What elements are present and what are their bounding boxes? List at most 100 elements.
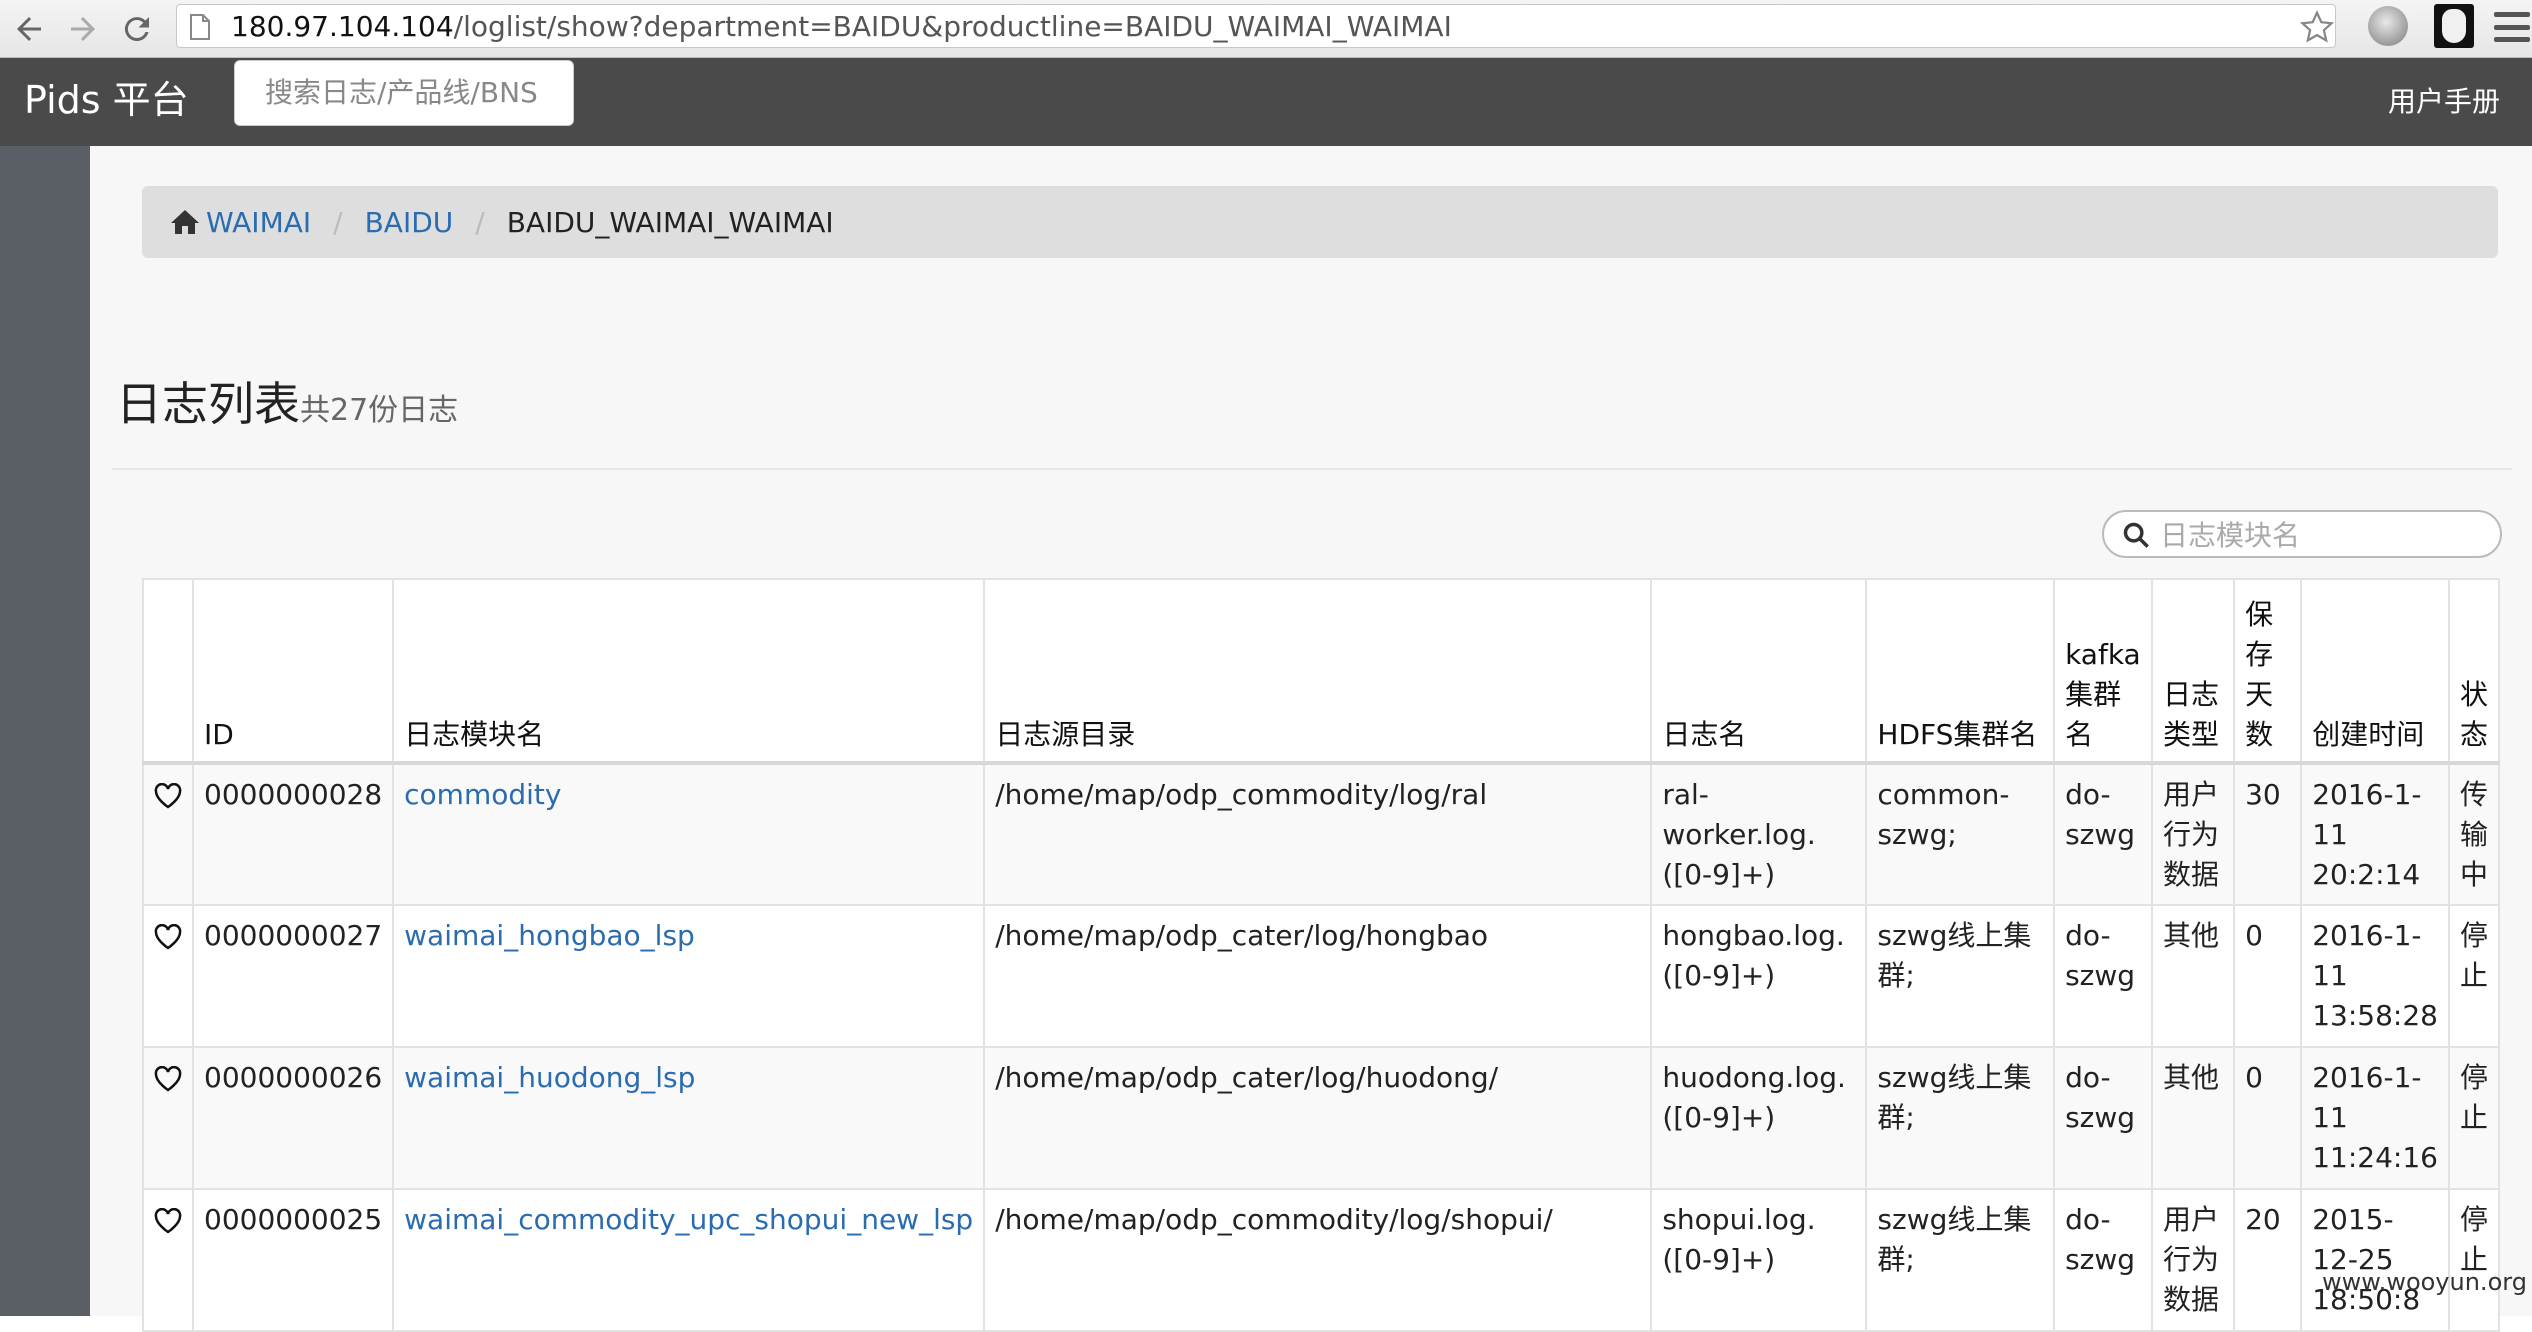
hdfs-cell: common-szwg; <box>1865 762 2056 906</box>
created-cell: 2016-1-11 11:24:16 <box>2300 1046 2450 1190</box>
kafka-cell: do-szwg <box>2053 1046 2153 1190</box>
type-cell: 用户行为数据 <box>2150 762 2236 906</box>
id-cell: 0000000028 <box>191 762 395 906</box>
fav-cell <box>142 1046 194 1190</box>
status-cell: 停止 <box>2447 904 2501 1048</box>
page-subtitle: 共27份日志 <box>300 393 459 428</box>
logname-cell: huodong.log.([0-9]+) <box>1650 1046 1868 1190</box>
app-navbar: Pids 平台 搜索日志/产品线/BNS 用户手册 <box>0 58 2532 146</box>
breadcrumb-separator: / <box>333 205 343 239</box>
logname-cell: ral-worker.log.([0-9]+) <box>1650 762 1868 906</box>
forward-button[interactable] <box>60 6 106 52</box>
log-table: ID 日志模块名 日志源目录 日志名 HDFS集群名 kafka集群名 日志类型… <box>142 578 2501 1332</box>
user-manual-link[interactable]: 用户手册 <box>2388 72 2500 132</box>
created-cell: 2016-1-11 20:2:14 <box>2300 762 2450 906</box>
module-link[interactable]: waimai_commodity_upc_shopui_new_lsp <box>404 1203 973 1236</box>
created-cell: 2016-1-11 13:58:28 <box>2300 904 2450 1048</box>
kafka-cell: do-szwg <box>2053 1188 2153 1332</box>
source-cell: /home/map/odp_cater/log/hongbao <box>983 904 1653 1048</box>
brand-logo[interactable]: Pids 平台 <box>24 70 189 130</box>
arrow-right-icon <box>71 17 95 41</box>
home-icon[interactable] <box>170 208 200 236</box>
table-header-row: ID 日志模块名 日志源目录 日志名 HDFS集群名 kafka集群名 日志类型… <box>142 578 2501 765</box>
breadcrumb-current: BAIDU_WAIMAI_WAIMAI <box>506 205 834 239</box>
table-row: 0000000026 waimai_huodong_lsp /home/map/… <box>142 1046 2501 1190</box>
logname-cell: hongbao.log.([0-9]+) <box>1650 904 1868 1048</box>
heart-icon[interactable] <box>154 1066 182 1092</box>
extension-mask-icon[interactable] <box>2434 4 2474 48</box>
col-fav <box>142 578 194 765</box>
created-cell: 2015-12-25 18:50:8 <box>2300 1188 2450 1332</box>
source-cell: /home/map/odp_cater/log/huodong/ <box>983 1046 1653 1190</box>
hdfs-cell: szwg线上集群; <box>1865 904 2056 1048</box>
breadcrumb-item-waimai[interactable]: WAIMAI <box>206 206 311 239</box>
id-cell: 0000000027 <box>191 904 395 1048</box>
source-cell: /home/map/odp_commodity/log/shopui/ <box>983 1188 1653 1332</box>
module-link[interactable]: waimai_huodong_lsp <box>404 1061 695 1094</box>
source-cell: /home/map/odp_commodity/log/ral <box>983 762 1653 906</box>
heart-icon[interactable] <box>154 1208 182 1234</box>
module-filter <box>2102 510 2502 558</box>
left-sidebar <box>0 146 90 1316</box>
module-filter-input[interactable] <box>2160 516 2460 554</box>
page-icon <box>190 14 210 40</box>
id-cell: 0000000026 <box>191 1046 395 1190</box>
col-days[interactable]: 保存天数 <box>2233 578 2303 765</box>
module-cell: commodity <box>392 762 986 906</box>
hdfs-cell: szwg线上集群; <box>1865 1046 2056 1190</box>
heart-icon[interactable] <box>154 924 182 950</box>
col-status[interactable]: 状态 <box>2447 578 2501 765</box>
days-cell: 0 <box>2233 1046 2303 1190</box>
watermark-text: www.wooyun.org <box>2322 1268 2527 1296</box>
title-divider <box>112 468 2512 470</box>
global-search-input[interactable]: 搜索日志/产品线/BNS <box>234 60 574 126</box>
module-link[interactable]: waimai_hongbao_lsp <box>404 919 695 952</box>
days-cell: 20 <box>2233 1188 2303 1332</box>
table-row: 0000000025 waimai_commodity_upc_shopui_n… <box>142 1188 2501 1332</box>
status-cell: 传输中 <box>2447 762 2501 906</box>
id-cell: 0000000025 <box>191 1188 395 1332</box>
module-cell: waimai_huodong_lsp <box>392 1046 986 1190</box>
logname-cell: shopui.log.([0-9]+) <box>1650 1188 1868 1332</box>
days-cell: 0 <box>2233 904 2303 1048</box>
col-source[interactable]: 日志源目录 <box>983 578 1653 765</box>
page-title: 日志列表共27份日志 <box>116 374 458 441</box>
search-icon <box>2123 522 2149 548</box>
browser-toolbar: 180.97.104.104/loglist/show?department=B… <box>0 0 2532 58</box>
reload-icon <box>124 17 149 42</box>
kafka-cell: do-szwg <box>2053 762 2153 906</box>
col-id[interactable]: ID <box>191 578 395 765</box>
address-bar[interactable]: 180.97.104.104/loglist/show?department=B… <box>176 4 2336 48</box>
col-logname[interactable]: 日志名 <box>1650 578 1868 765</box>
col-kafka[interactable]: kafka集群名 <box>2053 578 2153 765</box>
hdfs-cell: szwg线上集群; <box>1865 1188 2056 1332</box>
arrow-left-icon <box>17 17 41 41</box>
url-host: 180.97.104.104 <box>231 10 454 43</box>
type-cell: 其他 <box>2150 1046 2236 1190</box>
url-text[interactable]: 180.97.104.104/loglist/show?department=B… <box>231 11 1452 43</box>
back-button[interactable] <box>6 6 52 52</box>
table-row: 0000000027 waimai_hongbao_lsp /home/map/… <box>142 904 2501 1048</box>
type-cell: 用户行为数据 <box>2150 1188 2236 1332</box>
extension-globe-icon[interactable] <box>2368 6 2408 46</box>
url-path: /loglist/show?department=BAIDU&productli… <box>453 10 1452 43</box>
col-module[interactable]: 日志模块名 <box>392 578 986 765</box>
fav-cell <box>142 904 194 1048</box>
col-created[interactable]: 创建时间 <box>2300 578 2450 765</box>
bookmark-star-icon[interactable] <box>2299 9 2335 45</box>
heart-icon[interactable] <box>154 783 182 809</box>
breadcrumb: WAIMAI / BAIDU / BAIDU_WAIMAI_WAIMAI <box>142 186 2498 258</box>
col-type[interactable]: 日志类型 <box>2150 578 2236 765</box>
breadcrumb-separator: / <box>475 205 485 239</box>
module-link[interactable]: commodity <box>404 778 561 811</box>
kafka-cell: do-szwg <box>2053 904 2153 1048</box>
col-hdfs[interactable]: HDFS集群名 <box>1865 578 2056 765</box>
breadcrumb-item-baidu[interactable]: BAIDU <box>365 206 454 239</box>
module-cell: waimai_hongbao_lsp <box>392 904 986 1048</box>
browser-menu-icon[interactable] <box>2494 12 2530 42</box>
type-cell: 其他 <box>2150 904 2236 1048</box>
table-row: 0000000028 commodity /home/map/odp_commo… <box>142 762 2501 906</box>
reload-button[interactable] <box>114 6 160 52</box>
days-cell: 30 <box>2233 762 2303 906</box>
fav-cell <box>142 1188 194 1332</box>
